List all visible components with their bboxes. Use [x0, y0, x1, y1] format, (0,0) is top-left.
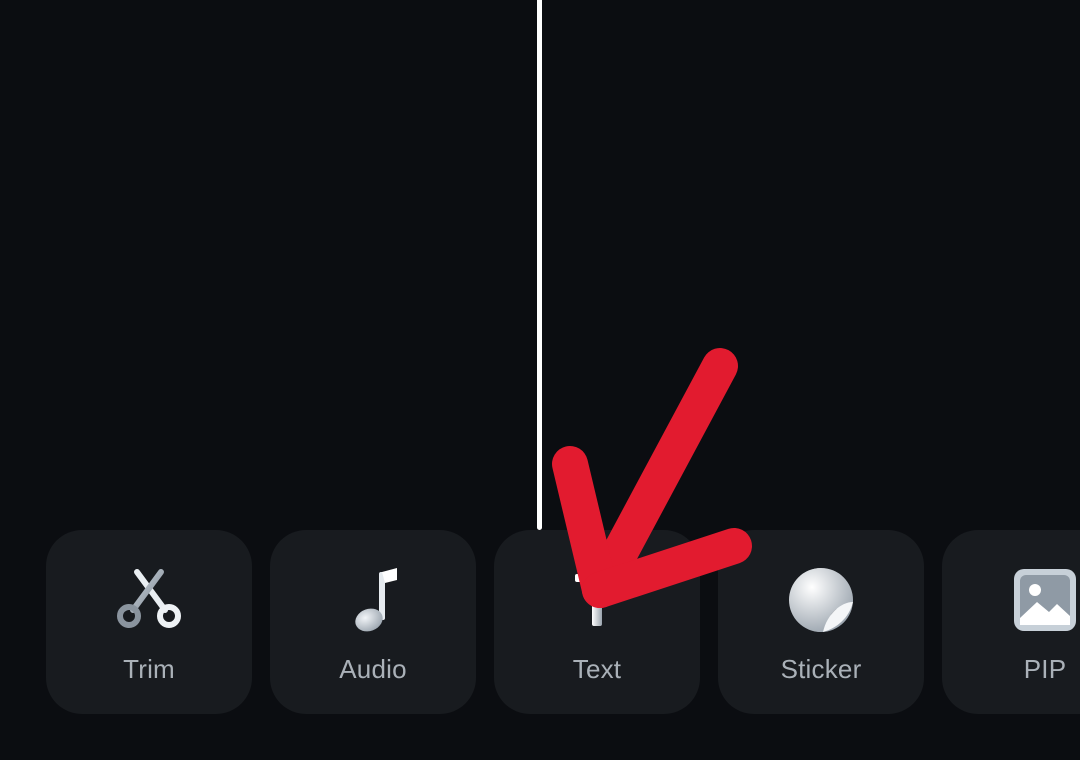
audio-button[interactable]: Audio	[270, 530, 476, 714]
music-note-icon	[339, 566, 407, 634]
scissors-icon	[115, 566, 183, 634]
video-editor-workspace: Trim Audio Text Sticker PIP	[0, 0, 1080, 760]
sticker-icon	[787, 566, 855, 634]
trim-button[interactable]: Trim	[46, 530, 252, 714]
image-icon	[1011, 566, 1079, 634]
trim-label: Trim	[123, 654, 175, 684]
text-icon	[563, 566, 631, 634]
text-label: Text	[572, 654, 622, 684]
text-button[interactable]: Text	[494, 530, 700, 714]
pip-button[interactable]: PIP	[942, 530, 1080, 714]
sticker-button[interactable]: Sticker	[718, 530, 924, 714]
bottom-toolbar: Trim Audio Text Sticker PIP	[46, 530, 1080, 714]
sticker-label: Sticker	[780, 654, 862, 684]
timeline-playhead[interactable]	[537, 0, 542, 530]
audio-label: Audio	[339, 654, 407, 684]
pip-label: PIP	[1023, 654, 1067, 684]
